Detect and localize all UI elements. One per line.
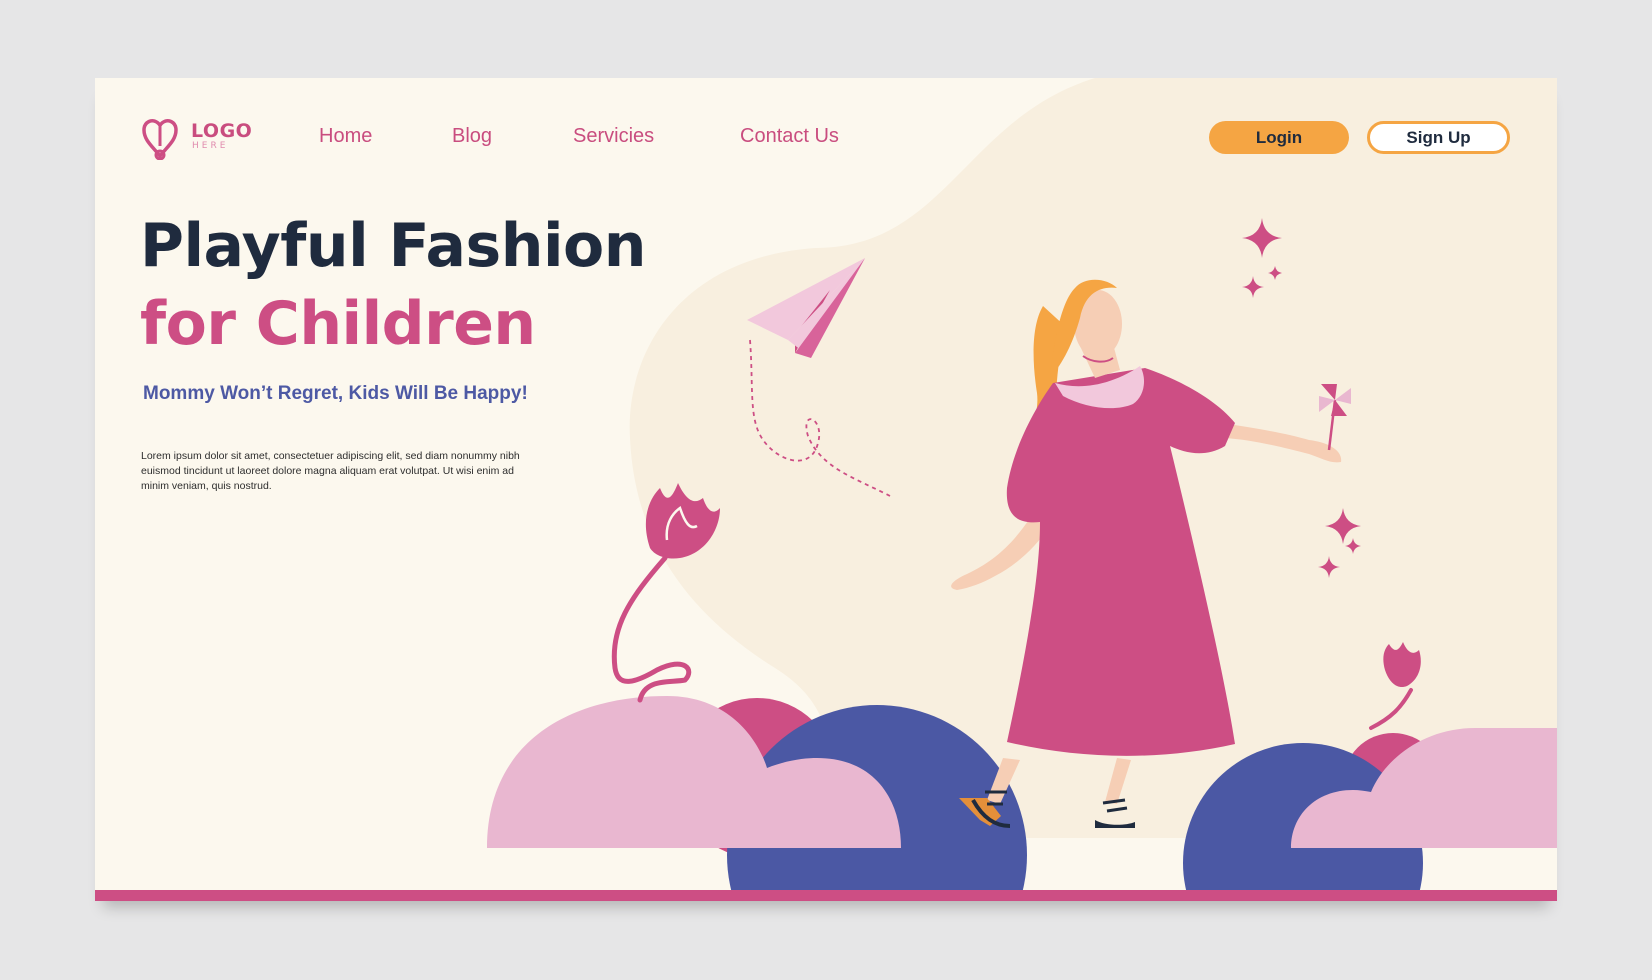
landing-page: LOGO HERE Home Blog Servicies Contact Us… xyxy=(95,78,1557,901)
logo-text: LOGO xyxy=(191,120,253,142)
logo-subtext: HERE xyxy=(192,141,229,151)
login-button[interactable]: Login xyxy=(1209,121,1349,154)
hero-body-text: Lorem ipsum dolor sit amet, consectetuer… xyxy=(141,450,520,492)
nav-blog[interactable]: Blog xyxy=(452,126,492,146)
hero-title-line1: Playful Fashion xyxy=(140,211,646,281)
nav-services[interactable]: Servicies xyxy=(573,126,654,146)
nav-home[interactable]: Home xyxy=(319,126,372,146)
hero-tagline: Mommy Won’t Regret, Kids Will Be Happy! xyxy=(143,383,528,404)
bottom-bar xyxy=(95,890,1557,901)
signup-button[interactable]: Sign Up xyxy=(1367,121,1510,154)
hero-title-line2: for Children xyxy=(140,289,536,359)
nav-contact-us[interactable]: Contact Us xyxy=(740,126,839,146)
